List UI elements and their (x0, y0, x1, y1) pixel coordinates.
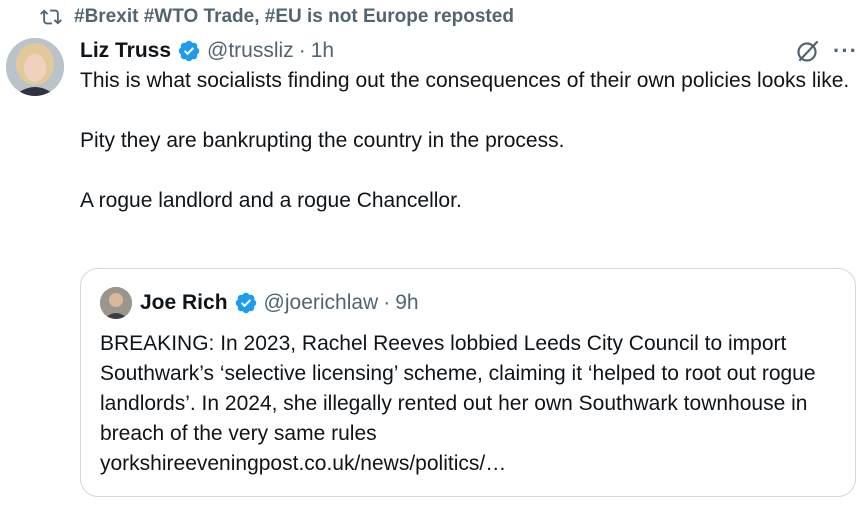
repost-indicator[interactable]: #Brexit #WTO Trade, #EU is not Europe re… (40, 4, 514, 30)
quoted-tweet-card[interactable]: Joe Rich @joerichlaw · 9h BREAKING: In 2… (80, 268, 856, 497)
quoted-author-name[interactable]: Joe Rich (140, 291, 228, 315)
quoted-tweet-link[interactable]: yorkshireeveningpost.co.uk/news/politics… (100, 452, 506, 475)
more-options-icon[interactable]: ··· (833, 38, 858, 64)
quoted-tweet-header: Joe Rich @joerichlaw · 9h (100, 287, 419, 319)
author-handle[interactable]: @trussliz (207, 39, 294, 63)
quoted-tweet-body: BREAKING: In 2023, Rachel Reeves lobbied… (100, 332, 816, 445)
quoted-author-avatar[interactable] (100, 287, 132, 319)
separator-dot: · (298, 39, 306, 62)
verified-badge-icon (178, 40, 200, 62)
tweet-header: Liz Truss @trussliz · 1h ··· (80, 36, 858, 66)
author-avatar[interactable] (6, 38, 64, 96)
quoted-tweet-timestamp[interactable]: 9h (395, 291, 418, 315)
grok-icon[interactable] (795, 38, 821, 64)
tweet-paragraph: A rogue landlord and a rogue Chancellor. (80, 189, 462, 212)
tweet-paragraph: This is what socialists finding out the … (80, 69, 850, 92)
separator-dot: · (383, 291, 391, 314)
quoted-tweet-text: BREAKING: In 2023, Rachel Reeves lobbied… (100, 329, 840, 479)
tweet-timestamp[interactable]: 1h (311, 39, 334, 63)
repost-label: #Brexit #WTO Trade, #EU is not Europe re… (74, 6, 514, 27)
tweet-paragraph: Pity they are bankrupting the country in… (80, 129, 565, 152)
tweet-text: This is what socialists finding out the … (80, 66, 850, 216)
verified-badge-icon (235, 292, 256, 314)
quoted-author-handle[interactable]: @joerichlaw (264, 291, 379, 315)
repost-icon (40, 9, 62, 25)
author-name[interactable]: Liz Truss (80, 39, 171, 63)
